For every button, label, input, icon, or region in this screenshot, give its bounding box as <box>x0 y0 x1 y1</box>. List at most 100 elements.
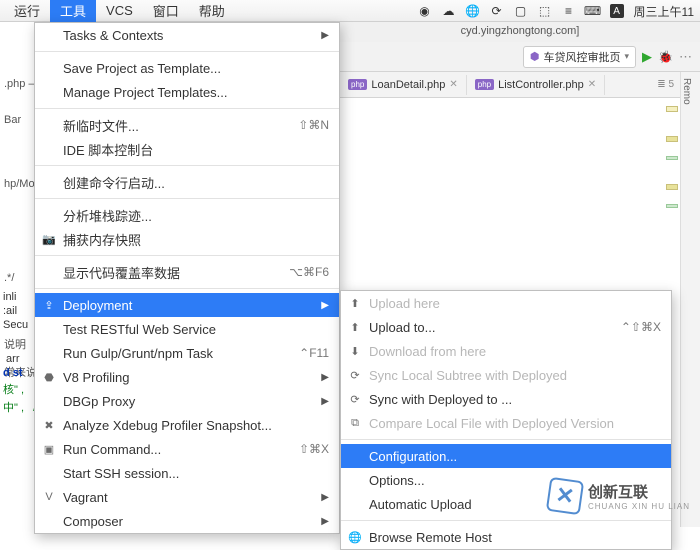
menu-item-label: Compare Local File with Deployed Version <box>369 416 661 431</box>
menu-item-label: Manage Project Templates... <box>63 85 329 100</box>
tray-icon: ◉ <box>418 4 432 18</box>
menu-item[interactable]: Test RESTful Web Service <box>35 317 339 341</box>
warning-mark <box>666 106 678 112</box>
menu-item[interactable]: Manage Project Templates... <box>35 80 339 104</box>
chevron-down-icon: ▾ <box>625 51 630 62</box>
editor-marks <box>666 100 680 232</box>
menu-item-label: DBGp Proxy <box>63 394 321 409</box>
menu-item-label: Tasks & Contexts <box>63 28 321 43</box>
menu-item[interactable]: Tasks & Contexts▶ <box>35 23 339 47</box>
menu-tools[interactable]: 工具 <box>50 0 96 22</box>
menu-item[interactable]: 📷捕获内存快照 <box>35 227 339 251</box>
menu-item[interactable]: ⟳Sync with Deployed to ... <box>341 387 671 411</box>
menu-item-label: Run Command... <box>63 442 299 457</box>
menu-item: ⬆Upload here <box>341 291 671 315</box>
menu-item[interactable]: ⬆ Upload to...⌃⇧⌘X <box>341 315 671 339</box>
menu-vcs[interactable]: VCS <box>96 1 143 20</box>
menu-item[interactable]: 显示代码覆盖率数据⌥⌘F6 <box>35 260 339 284</box>
menu-item[interactable]: 分析堆栈踪迹... <box>35 203 339 227</box>
tab-loandetail[interactable]: php LoanDetail.php ✕ <box>340 75 467 95</box>
menu-item: ⬇ Download from here <box>341 339 671 363</box>
globe-icon: 🌐 <box>347 529 363 545</box>
run-config-label: 车贷风控审批页 <box>544 49 621 65</box>
menu-item-label: Download from here <box>369 344 661 359</box>
menu-shortcut: ⌃⇧⌘X <box>621 320 661 334</box>
menu-separator <box>35 165 339 166</box>
wifi-icon: ⬚ <box>538 4 552 18</box>
run-button[interactable]: ▶ <box>642 49 652 65</box>
watermark-logo: ✕ <box>546 477 584 515</box>
menu-item-label: Test RESTful Web Service <box>63 322 329 337</box>
cmp-icon: ⧉ <box>347 415 363 431</box>
menu-shortcut: ⇧⌘X <box>299 442 329 456</box>
menu-item-label: 新临时文件... <box>63 116 298 135</box>
menu-item[interactable]: Configuration... <box>341 444 671 468</box>
main-toolbar: ⬢ 车贷风控审批页 ▾ ▶ 🐞 ⋯ <box>340 42 700 72</box>
deploy-icon: ⇪ <box>41 297 57 313</box>
close-icon[interactable]: ✕ <box>588 79 596 90</box>
menu-run[interactable]: 运行 <box>4 0 50 22</box>
menu-item[interactable]: ▣Run Command...⇧⌘X <box>35 437 339 461</box>
menu-item: ⧉ Compare Local File with Deployed Versio… <box>341 411 671 435</box>
tab-listcontroller[interactable]: php ListController.php ✕ <box>467 75 605 95</box>
toolbar-more[interactable]: ⋯ <box>679 49 692 65</box>
menu-item-label: Upload here <box>369 296 661 311</box>
menu-icon: ≡ <box>562 4 576 18</box>
submenu-arrow-icon: ▶ <box>321 492 329 503</box>
menu-help[interactable]: 帮助 <box>189 0 235 22</box>
menu-item[interactable]: Save Project as Template... <box>35 56 339 80</box>
menu-item[interactable]: DBGp Proxy▶ <box>35 389 339 413</box>
debug-button[interactable]: 🐞 <box>658 50 673 64</box>
submenu-arrow-icon: ▶ <box>321 372 329 383</box>
input-method-icon: A <box>610 4 624 18</box>
menu-item[interactable]: 🌐 Browse Remote Host <box>341 525 671 549</box>
menu-item-label: Run Gulp/Grunt/npm Task <box>63 346 299 361</box>
tab-overflow[interactable]: ≣ 5 <box>651 79 680 90</box>
menu-item[interactable]: ✖Analyze Xdebug Profiler Snapshot... <box>35 413 339 437</box>
menu-item[interactable]: Run Gulp/Grunt/npm Task⌃F11 <box>35 341 339 365</box>
menu-item-label: 显示代码覆盖率数据 <box>63 263 289 282</box>
up-icon: ⬆ <box>347 319 363 335</box>
menu-shortcut: ⌃F11 <box>299 346 329 360</box>
menu-item[interactable]: 创建命令行启动... <box>35 170 339 194</box>
sync-icon: ⟳ <box>347 367 363 383</box>
remote-host-tab[interactable]: Remo <box>681 72 692 105</box>
v8-icon: ⬣ <box>41 369 57 385</box>
menu-item-label: Upload to... <box>369 320 621 335</box>
menu-item[interactable]: ⇪Deployment▶ <box>35 293 339 317</box>
menu-item-label: Save Project as Template... <box>63 61 329 76</box>
v-icon: V <box>41 489 57 505</box>
menu-item[interactable]: Start SSH session... <box>35 461 339 485</box>
menu-item-label: Composer <box>63 514 321 529</box>
menu-item[interactable]: Composer▶ <box>35 509 339 533</box>
menu-item-label: 分析堆栈踪迹... <box>63 206 329 225</box>
right-tool-strip: Remo <box>680 72 700 527</box>
menu-separator <box>35 51 339 52</box>
close-icon[interactable]: ✕ <box>449 79 457 90</box>
menu-separator <box>35 198 339 199</box>
down-icon: ⬇ <box>347 343 363 359</box>
warning-mark <box>666 184 678 190</box>
submenu-arrow-icon: ▶ <box>321 30 329 41</box>
menu-item[interactable]: ⬣V8 Profiling▶ <box>35 365 339 389</box>
tab-label: LoanDetail.php <box>371 79 445 91</box>
menu-item-label: Deployment <box>63 298 321 313</box>
menu-item[interactable]: VVagrant▶ <box>35 485 339 509</box>
menu-item-label: Browse Remote Host <box>369 530 661 545</box>
warning-mark <box>666 136 678 142</box>
run-config-selector[interactable]: ⬢ 车贷风控审批页 ▾ <box>523 46 636 68</box>
menu-item-label: Sync Local Subtree with Deployed <box>369 368 661 383</box>
menu-separator <box>35 108 339 109</box>
clock: 周三上午11 <box>634 3 694 20</box>
airplay-icon: ▢ <box>514 4 528 18</box>
menu-item[interactable]: IDE 脚本控制台 <box>35 137 339 161</box>
menu-item[interactable]: 新临时文件...⇧⌘N <box>35 113 339 137</box>
menu-window[interactable]: 窗口 <box>143 0 189 22</box>
watermark: ✕ 创新互联 CHUANG XIN HU LIAN <box>548 479 690 513</box>
tools-menu: Tasks & Contexts▶Save Project as Templat… <box>34 22 340 534</box>
sync-icon: ⟳ <box>490 4 504 18</box>
menu-item-label: 创建命令行启动... <box>63 173 329 192</box>
sync-icon: ⟳ <box>347 391 363 407</box>
code-line: d st <box>3 367 23 379</box>
keyboard-icon: ⌨ <box>586 4 600 18</box>
